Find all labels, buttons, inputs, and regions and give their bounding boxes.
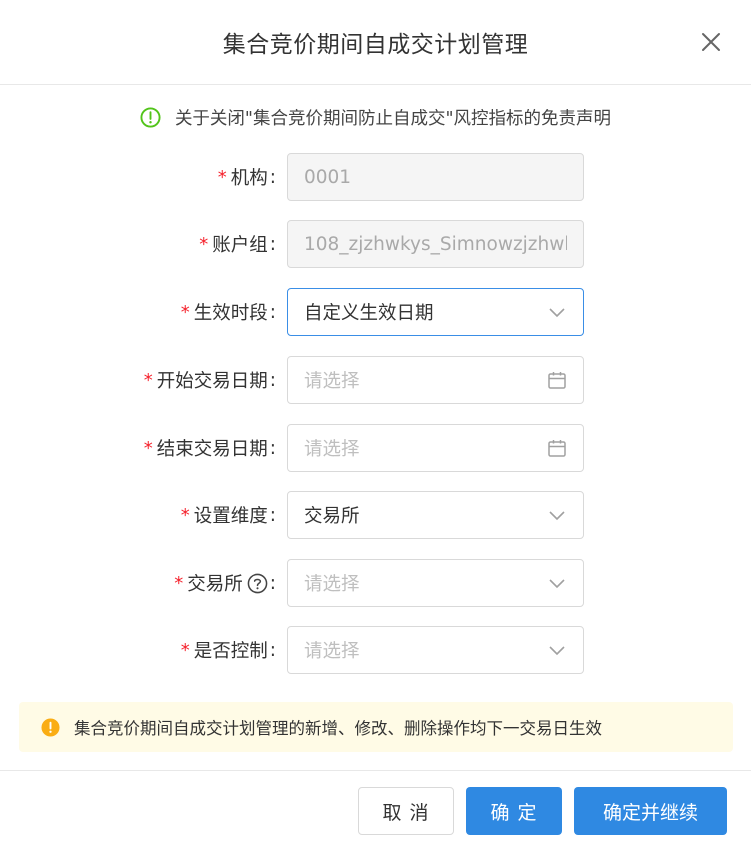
end-date-picker[interactable]: 请选择 <box>287 424 584 472</box>
warning-text: 集合竞价期间自成交计划管理的新增、修改、删除操作均下一交易日生效 <box>74 719 602 738</box>
dimension-value: 交易所 <box>304 506 360 527</box>
close-icon[interactable] <box>699 30 723 54</box>
start-date-picker[interactable]: 请选择 <box>287 356 584 404</box>
form-label: * 账户组 : <box>199 220 276 268</box>
chevron-down-icon <box>549 511 565 521</box>
required-mark: * <box>180 504 190 526</box>
end-date-placeholder: 请选择 <box>304 439 360 460</box>
field-label-control: 是否控制 <box>193 641 268 662</box>
form-row-end-date: * 结束交易日期 : 请选择 <box>0 424 751 472</box>
cancel-button[interactable]: 取 消 <box>358 787 454 835</box>
start-date-placeholder: 请选择 <box>304 371 360 392</box>
exclamation-circle-icon <box>41 717 60 737</box>
confirm-and-continue-button[interactable]: 确定并继续 <box>574 787 727 835</box>
disclaimer-link[interactable]: 关于关闭"集合竞价期间防止自成交"风控指标的免责声明 <box>175 105 611 130</box>
effective-period-value: 自定义生效日期 <box>304 303 434 324</box>
control-placeholder: 请选择 <box>304 641 360 662</box>
confirm-button[interactable]: 确 定 <box>466 787 562 835</box>
form-label: * 结束交易日期 : <box>144 424 276 472</box>
dialog-title: 集合竞价期间自成交计划管理 <box>222 32 529 58</box>
form-row-effective-period: * 生效时段 : 自定义生效日期 <box>0 288 751 336</box>
required-mark: * <box>143 369 153 391</box>
form-row-account-group: * 账户组 : 108_zjzhwkys_Simnowzjzhwk <box>0 220 751 268</box>
field-label-exchange: 交易所 <box>187 574 243 595</box>
form-row-control: * 是否控制 : 请选择 <box>0 626 751 674</box>
required-mark: * <box>199 233 209 255</box>
control-select[interactable]: 请选择 <box>287 626 584 674</box>
required-mark: * <box>217 166 227 188</box>
chevron-down-icon <box>549 646 565 656</box>
form-row-start-date: * 开始交易日期 : 请选择 <box>0 356 751 404</box>
dialog-header: 集合竞价期间自成交计划管理 <box>0 0 751 85</box>
org-value: 0001 <box>304 166 352 188</box>
disclaimer-notice[interactable]: 关于关闭"集合竞价期间防止自成交"风控指标的免责声明 <box>0 100 751 134</box>
required-mark: * <box>180 639 190 661</box>
warning-alert: 集合竞价期间自成交计划管理的新增、修改、删除操作均下一交易日生效 <box>19 702 733 752</box>
calendar-icon <box>548 440 566 457</box>
form-label: * 机构 : <box>218 153 276 201</box>
required-mark: * <box>174 572 184 594</box>
required-mark: * <box>143 437 153 459</box>
form-label: * 交易所 : <box>174 559 276 607</box>
dimension-select[interactable]: 交易所 <box>287 491 584 539</box>
chevron-down-icon <box>549 308 565 318</box>
org-input: 0001 <box>287 153 584 201</box>
exchange-select[interactable]: 请选择 <box>287 559 584 607</box>
dialog-footer: 取 消 确 定 确定并继续 <box>0 770 751 848</box>
form-row-exchange: * 交易所 : 请选择 <box>0 559 751 607</box>
effective-period-select[interactable]: 自定义生效日期 <box>287 288 584 336</box>
field-label-end-date: 结束交易日期 <box>156 439 268 460</box>
form-row-dimension: * 设置维度 : 交易所 <box>0 491 751 539</box>
account-group-input: 108_zjzhwkys_Simnowzjzhwk <box>287 220 584 268</box>
exchange-placeholder: 请选择 <box>304 574 360 595</box>
dialog: 集合竞价期间自成交计划管理 关于关闭"集合竞价期间防止自成交"风控指标的免责声明… <box>0 0 751 847</box>
form-label: * 是否控制 : <box>181 626 276 674</box>
form-label: * 开始交易日期 : <box>144 356 276 404</box>
form-label: * 生效时段 : <box>181 288 276 336</box>
required-mark: * <box>180 301 190 323</box>
field-label-start-date: 开始交易日期 <box>156 371 268 392</box>
form-label: * 设置维度 : <box>181 491 276 539</box>
account-group-value: 108_zjzhwkys_Simnowzjzhwk <box>304 233 567 255</box>
field-label-org: 机构 <box>230 168 268 189</box>
form-row-org: * 机构 : 0001 <box>0 153 751 201</box>
calendar-icon <box>548 372 566 389</box>
chevron-down-icon <box>549 579 565 589</box>
question-circle-icon[interactable] <box>247 573 268 594</box>
field-label-effective-period: 生效时段 <box>193 303 268 324</box>
field-label-account-group: 账户组 <box>212 235 268 256</box>
field-label-dimension: 设置维度 <box>193 506 268 527</box>
check-circle-icon <box>140 106 161 128</box>
